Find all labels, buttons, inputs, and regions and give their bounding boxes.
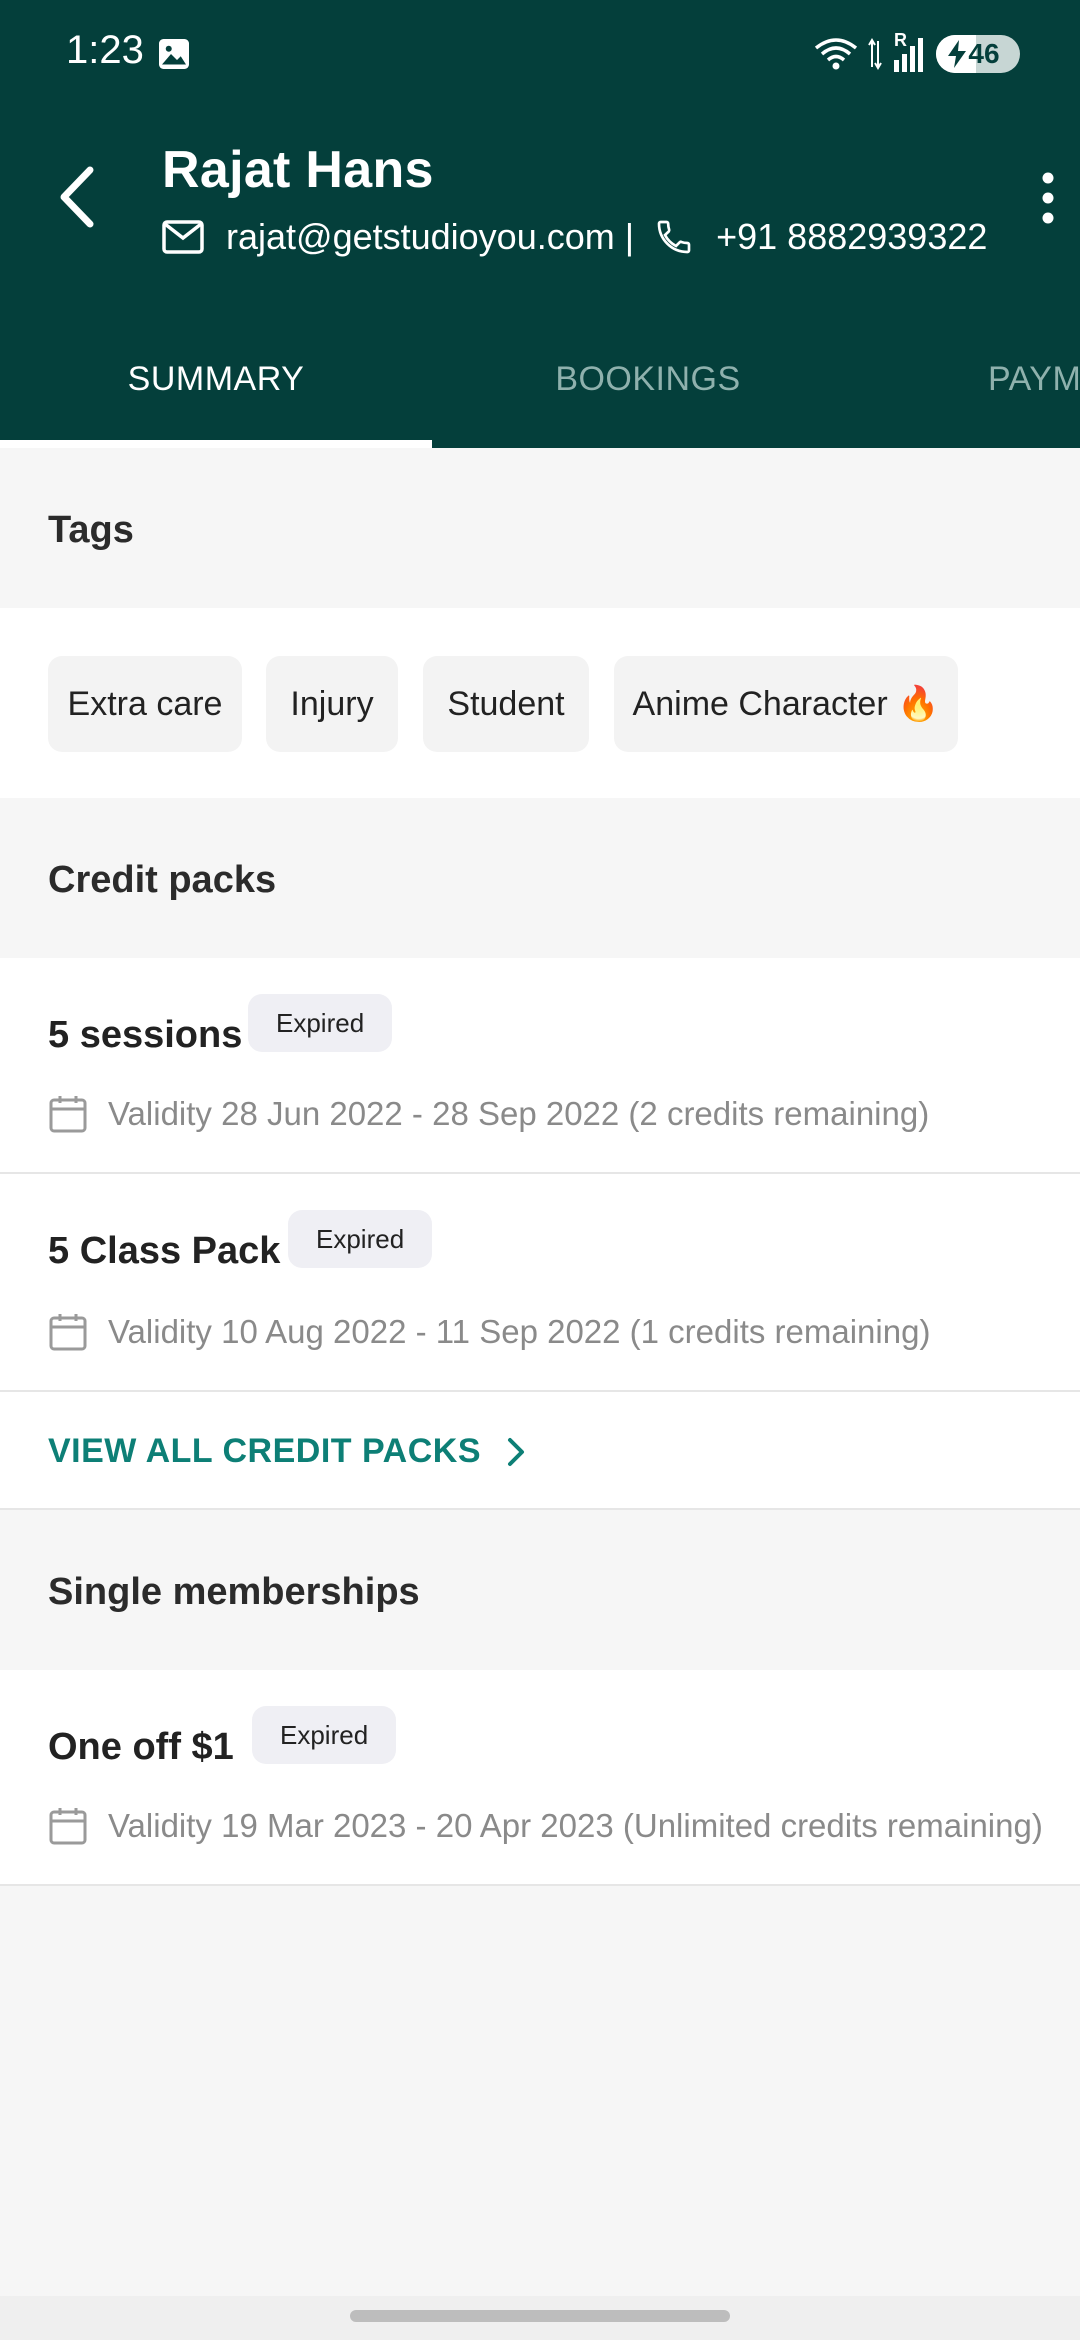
validity-row: Validity 19 Mar 2023 - 20 Apr 2023 (Unli… bbox=[48, 1802, 1043, 1850]
tag-chip[interactable]: Student bbox=[423, 656, 589, 752]
signal-icon bbox=[894, 38, 923, 72]
status-badge: Expired bbox=[252, 1706, 397, 1764]
validity-text: Validity 19 Mar 2023 - 20 Apr 2023 (Unli… bbox=[108, 1807, 1043, 1844]
status-bar: 1:23 R 46 bbox=[0, 0, 1080, 110]
status-badge: Expired bbox=[248, 994, 393, 1052]
active-tab-indicator bbox=[0, 440, 432, 448]
home-indicator[interactable] bbox=[350, 2310, 730, 2322]
tag-chip[interactable]: Anime Character 🔥 bbox=[614, 656, 958, 752]
charging-icon bbox=[948, 40, 966, 68]
signal-indicator: R bbox=[892, 30, 926, 74]
tag-chip[interactable]: Injury bbox=[266, 656, 398, 752]
memberships-title: Single memberships bbox=[0, 1510, 1080, 1670]
divider bbox=[0, 1390, 1080, 1392]
view-all-label: VIEW ALL CREDIT PACKS bbox=[48, 1432, 481, 1470]
mail-icon bbox=[162, 220, 204, 254]
contact-separator: | bbox=[624, 216, 635, 257]
tab-bar: SUMMARY BOOKINGS PAYM bbox=[0, 336, 1080, 448]
status-badge: Expired bbox=[288, 1210, 433, 1268]
data-arrows-icon bbox=[868, 38, 882, 70]
calendar-icon bbox=[49, 1314, 87, 1351]
tab-summary[interactable]: SUMMARY bbox=[0, 336, 432, 448]
divider bbox=[0, 1172, 1080, 1174]
calendar-icon bbox=[49, 1096, 87, 1133]
credit-pack-name[interactable]: 5 sessions bbox=[48, 1014, 242, 1057]
tab-payments[interactable]: PAYM bbox=[988, 336, 1080, 448]
battery-level: 46 bbox=[968, 38, 1000, 69]
gallery-icon bbox=[159, 39, 189, 69]
phone-icon bbox=[657, 220, 691, 254]
credit-packs-list: 5 sessions Expired Validity 28 Jun 2022 … bbox=[0, 958, 1080, 1510]
contact-row: rajat@getstudioyou.com | +91 8882939322 bbox=[162, 212, 987, 262]
battery-indicator: 46 bbox=[936, 35, 1020, 73]
tab-bookings[interactable]: BOOKINGS bbox=[432, 336, 864, 448]
client-phone[interactable]: +91 8882939322 bbox=[716, 216, 987, 258]
credit-pack-name[interactable]: 5 Class Pack bbox=[48, 1230, 280, 1273]
divider bbox=[0, 1884, 1080, 1886]
credit-packs-title: Credit packs bbox=[0, 798, 1080, 958]
view-all-credit-packs-link[interactable]: VIEW ALL CREDIT PACKS bbox=[48, 1432, 531, 1471]
tags-container: Extra care Injury Student Anime Characte… bbox=[0, 608, 1080, 798]
wifi-icon bbox=[814, 38, 858, 70]
calendar-icon bbox=[49, 1808, 87, 1845]
validity-row: Validity 28 Jun 2022 - 28 Sep 2022 (2 cr… bbox=[48, 1090, 929, 1138]
chevron-right-icon bbox=[508, 1437, 524, 1466]
validity-text: Validity 28 Jun 2022 - 28 Sep 2022 (2 cr… bbox=[108, 1095, 930, 1132]
tag-chip[interactable]: Extra care bbox=[48, 656, 242, 752]
validity-text: Validity 10 Aug 2022 - 11 Sep 2022 (1 cr… bbox=[108, 1313, 931, 1350]
status-icons: R 46 bbox=[814, 30, 1020, 78]
more-options-icon[interactable] bbox=[1030, 168, 1066, 228]
membership-name[interactable]: One off $1 bbox=[48, 1726, 234, 1769]
client-email[interactable]: rajat@getstudioyou.com bbox=[226, 216, 615, 258]
memberships-list: One off $1 Expired Validity 19 Mar 2023 … bbox=[0, 1670, 1080, 1886]
client-name: Rajat Hans bbox=[162, 141, 434, 199]
app-header: 1:23 R 46 Rajat Hans rajat@getstudioyou.… bbox=[0, 0, 1080, 448]
back-arrow-icon[interactable] bbox=[52, 162, 108, 232]
tags-section-title: Tags bbox=[0, 456, 1080, 608]
status-time: 1:23 bbox=[66, 28, 144, 72]
validity-row: Validity 10 Aug 2022 - 11 Sep 2022 (1 cr… bbox=[48, 1308, 930, 1356]
